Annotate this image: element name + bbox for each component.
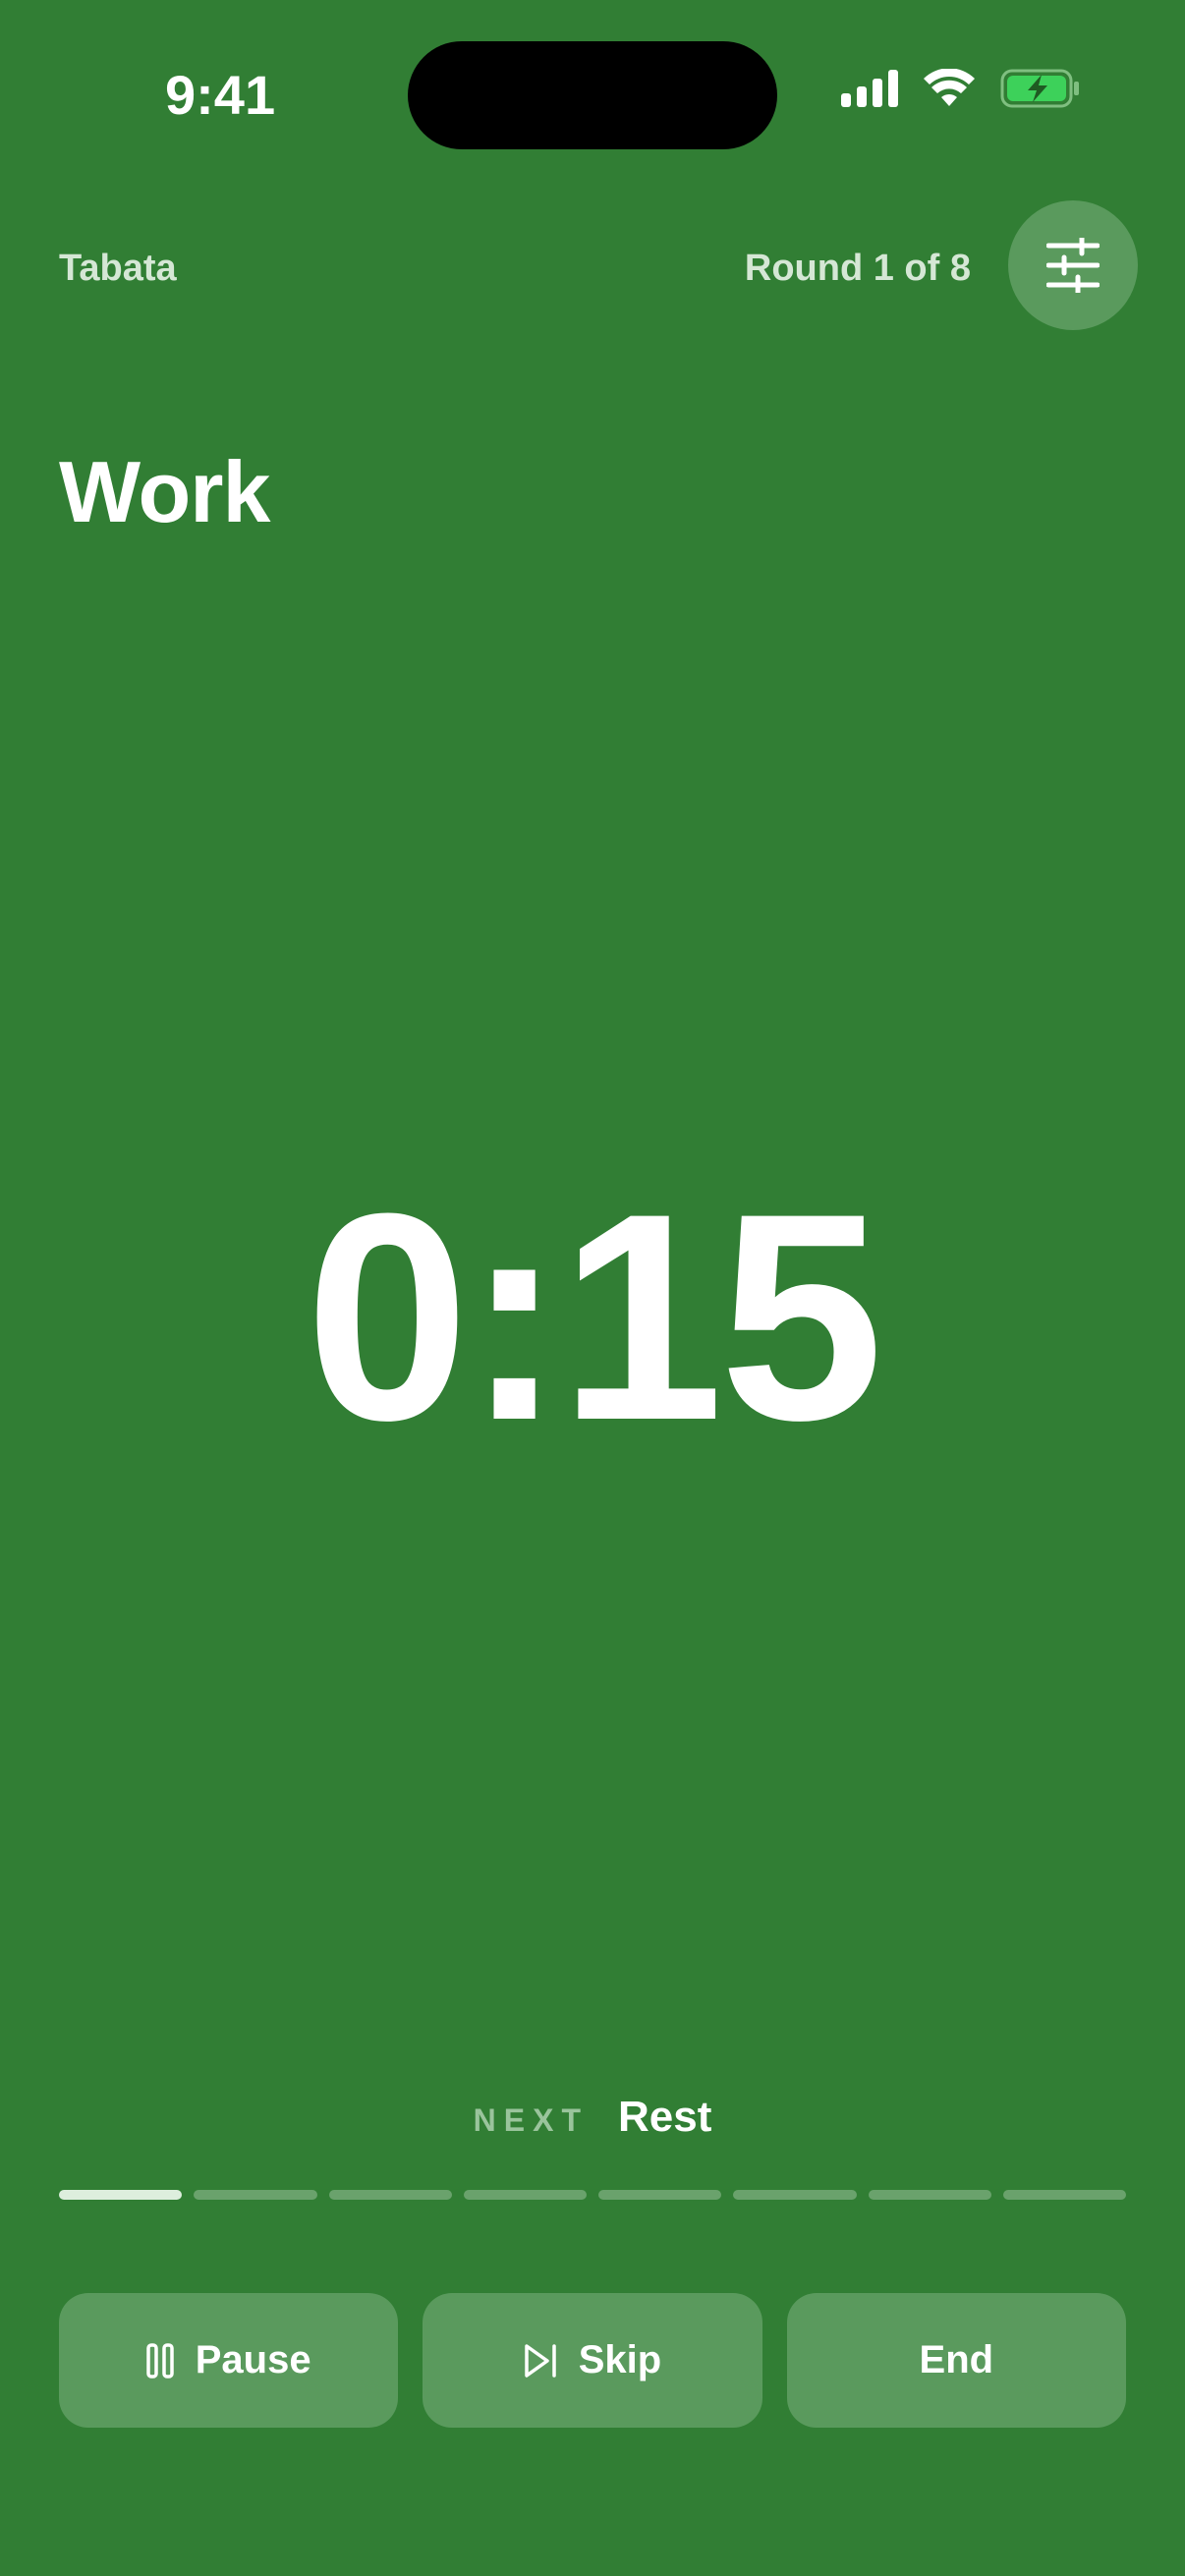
- end-button[interactable]: End: [786, 2293, 1126, 2428]
- progress-segment: [59, 2190, 183, 2200]
- progress-segment: [733, 2190, 857, 2200]
- workout-name: Tabata: [59, 248, 177, 289]
- progress-segment: [598, 2190, 722, 2200]
- cellular-signal-icon: [841, 70, 898, 107]
- skip-button[interactable]: Skip: [423, 2293, 762, 2428]
- round-progress: [59, 2190, 1126, 2200]
- progress-segment: [463, 2190, 587, 2200]
- phase-title: Work: [59, 443, 270, 540]
- pause-icon: [145, 2342, 174, 2379]
- progress-segment: [328, 2190, 452, 2200]
- status-bar-time: 9:41: [165, 64, 276, 126]
- sliders-icon: [1046, 238, 1100, 293]
- pause-label: Pause: [195, 2338, 311, 2381]
- next-phase-value: Rest: [617, 2093, 712, 2141]
- end-label: End: [919, 2338, 994, 2381]
- round-indicator: Round 1 of 8: [744, 248, 971, 289]
- status-bar-icons: [841, 69, 1081, 108]
- wifi-icon: [924, 69, 975, 108]
- skip-label: Skip: [578, 2338, 662, 2381]
- skip-forward-icon: [524, 2343, 557, 2379]
- pause-button[interactable]: Pause: [59, 2293, 399, 2428]
- control-buttons: Pause Skip End: [59, 2293, 1126, 2428]
- dynamic-island: [408, 41, 777, 149]
- countdown-timer: 0:15: [305, 1151, 883, 1482]
- settings-button[interactable]: [1008, 200, 1138, 330]
- next-phase: NEXT Rest: [0, 2093, 1185, 2142]
- progress-segment: [868, 2190, 991, 2200]
- progress-segment: [194, 2190, 317, 2200]
- battery-charging-icon: [1000, 69, 1081, 108]
- next-label: NEXT: [473, 2102, 589, 2138]
- progress-segment: [1002, 2190, 1126, 2200]
